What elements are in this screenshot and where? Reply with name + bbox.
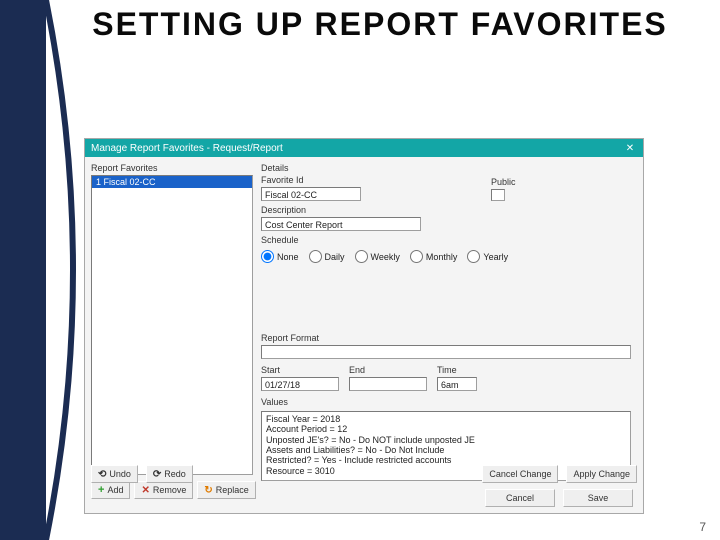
schedule-option-none[interactable]: None [261, 250, 299, 263]
values-line: Assets and Liabilities? = No - Do Not In… [266, 445, 626, 455]
apply-change-button-label: Apply Change [573, 469, 630, 479]
save-button-label: Save [588, 493, 609, 503]
cancel-button-label: Cancel [506, 493, 534, 503]
close-icon[interactable]: ✕ [623, 141, 637, 155]
slide-title: SETTING UP REPORT FAVORITES [80, 8, 680, 42]
description-label: Description [261, 205, 421, 215]
end-field[interactable] [349, 377, 427, 391]
description-field[interactable]: Cost Center Report [261, 217, 421, 231]
dialog-title: Manage Report Favorites - Request/Report [91, 143, 283, 154]
apply-change-button[interactable]: Apply Change [566, 465, 637, 483]
redo-button[interactable]: ⟳ Redo [146, 465, 193, 483]
undo-button-label: Undo [109, 469, 131, 479]
slide-accent-bar [0, 0, 46, 540]
details-heading: Details [261, 163, 637, 173]
public-checkbox[interactable] [491, 189, 505, 201]
values-line: Unposted JE's? = No - Do NOT include unp… [266, 435, 626, 445]
values-line: Fiscal Year = 2018 [266, 414, 626, 424]
time-label: Time [437, 365, 477, 375]
schedule-radio-group: None Daily Weekly Monthly Yearly [261, 250, 637, 263]
end-label: End [349, 365, 427, 375]
redo-button-label: Redo [164, 469, 186, 479]
report-format-field[interactable] [261, 345, 631, 359]
report-favorites-list[interactable]: 1 Fiscal 02-CC [91, 175, 253, 475]
report-favorites-label: Report Favorites [91, 163, 253, 173]
undo-icon: ⟲ [98, 469, 106, 480]
undo-button[interactable]: ⟲ Undo [91, 465, 138, 483]
save-button[interactable]: Save [563, 489, 633, 507]
schedule-option-monthly[interactable]: Monthly [410, 250, 458, 263]
dialog-titlebar: Manage Report Favorites - Request/Report… [85, 139, 643, 157]
report-format-label: Report Format [261, 333, 637, 343]
public-label: Public [491, 177, 516, 187]
schedule-option-weekly[interactable]: Weekly [355, 250, 400, 263]
manage-report-favorites-dialog: Manage Report Favorites - Request/Report… [84, 138, 644, 514]
start-label: Start [261, 365, 339, 375]
favorite-id-field[interactable]: Fiscal 02-CC [261, 187, 361, 201]
favorite-id-label: Favorite Id [261, 175, 361, 185]
values-line: Account Period = 12 [266, 424, 626, 434]
page-number: 7 [699, 520, 706, 534]
values-label: Values [261, 397, 637, 407]
schedule-label: Schedule [261, 235, 637, 245]
schedule-option-daily[interactable]: Daily [309, 250, 345, 263]
redo-icon: ⟳ [153, 469, 161, 480]
cancel-change-button-label: Cancel Change [489, 469, 551, 479]
list-item[interactable]: 1 Fiscal 02-CC [92, 176, 252, 188]
cancel-button[interactable]: Cancel [485, 489, 555, 507]
start-field[interactable]: 01/27/18 [261, 377, 339, 391]
schedule-option-yearly[interactable]: Yearly [467, 250, 508, 263]
cancel-change-button[interactable]: Cancel Change [482, 465, 558, 483]
time-field[interactable]: 6am [437, 377, 477, 391]
